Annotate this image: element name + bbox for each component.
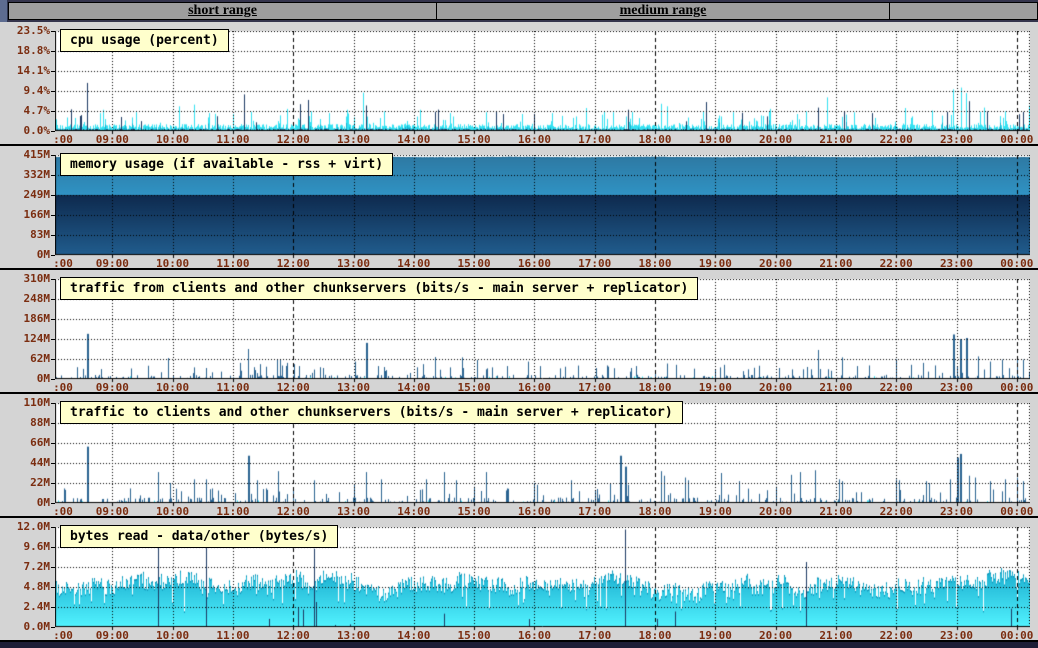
cpu-y-axis-label: 23.5%	[16, 24, 50, 37]
chart-panel-traffic-from: 310M 248M 186M 124M 62M 0M:00 09:00 10:00 11:00 1…	[0, 270, 1038, 394]
memory-y-axis-label: 0M	[36, 248, 50, 261]
memory-y-axis-label: 332M	[23, 168, 51, 181]
memory-y-axis-label: 415M	[23, 148, 51, 161]
bytes-read-chart-title: bytes read - data/other (bytes/s)	[60, 525, 339, 548]
traffic-to-y-axis-label: 44M	[30, 456, 50, 469]
chart-panel-memory: 415M 332M 249M 166M 83M 0M:00 09:00 10:00 11:00 1…	[0, 146, 1038, 270]
tab-medium-range-label: medium range	[619, 3, 707, 18]
memory-y-axis-label: 166M	[23, 208, 51, 221]
traffic-to-y-axis-label: 110M	[23, 396, 51, 409]
traffic-from-y-axis-label: 0M	[36, 372, 50, 385]
top-window-strip: short range medium range	[0, 0, 1038, 22]
traffic-from-y-axis-label: 310M	[23, 272, 51, 285]
traffic-to-y-axis-label: 66M	[30, 436, 50, 449]
bytes-read-y-axis-label: 7.2M	[23, 560, 51, 573]
memory-y-axis-label: 83M	[30, 228, 50, 241]
bottom-window-strip	[0, 642, 1038, 648]
chart-panel-cpu: 23.5% 18.8% 14.1% 9.4% 4.7% 0.0%:00 09:00 10:00…	[0, 22, 1038, 146]
bytes-read-y-axis-label: 9.6M	[23, 540, 51, 553]
bytes-read-y-axis-label: 2.4M	[23, 600, 51, 613]
traffic-from-chart-title: traffic from clients and other chunkserv…	[60, 277, 699, 300]
bytes-read-y-axis-label: 0.0M	[23, 620, 51, 633]
memory-chart-title: memory usage (if available - rss + virt)	[60, 153, 394, 176]
traffic-to-y-axis-label: 0M	[36, 496, 50, 509]
traffic-to-y-axis-label: 88M	[30, 416, 50, 429]
traffic-from-y-axis-label: 248M	[23, 292, 51, 305]
tab-short-range-label: short range	[188, 3, 257, 18]
cpu-y-axis-label: 0.0%	[23, 124, 51, 137]
cpu-y-axis-label: 14.1%	[16, 64, 50, 77]
chart-panels-container: 23.5% 18.8% 14.1% 9.4% 4.7% 0.0%:00 09:00 10:00…	[0, 22, 1038, 642]
traffic-from-y-axis-label: 62M	[30, 352, 50, 365]
chart-panel-bytes-read: 12.0M 9.6M 7.2M 4.8M 2.4M 0.0M:00 09:00 10:00 11…	[0, 518, 1038, 642]
tab-medium-range[interactable]: medium range	[436, 2, 890, 20]
traffic-to-y-axis-label: 22M	[30, 476, 50, 489]
traffic-to-chart-title: traffic to clients and other chunkserver…	[60, 401, 683, 424]
chart-panel-traffic-to: 110M 88M 66M 44M 22M 0M:00 09:00 10:00 11:00 12:0…	[0, 394, 1038, 518]
chunkserver-charts-page: { "header": { "tabs": [ {"id": "short", …	[0, 0, 1038, 648]
memory-y-axis-label: 249M	[23, 188, 51, 201]
bytes-read-y-axis-label: 12.0M	[16, 520, 50, 533]
tab-long-range[interactable]	[889, 2, 1038, 20]
tab-short-range[interactable]: short range	[8, 2, 437, 20]
traffic-from-y-axis-label: 124M	[23, 332, 51, 345]
traffic-from-y-axis-label: 186M	[23, 312, 51, 325]
cpu-y-axis-label: 9.4%	[23, 84, 51, 97]
cpu-y-axis-label: 18.8%	[16, 44, 50, 57]
bytes-read-y-axis-label: 4.8M	[23, 580, 51, 593]
cpu-chart-title: cpu usage (percent)	[60, 29, 229, 52]
cpu-y-axis-label: 4.7%	[23, 104, 51, 117]
